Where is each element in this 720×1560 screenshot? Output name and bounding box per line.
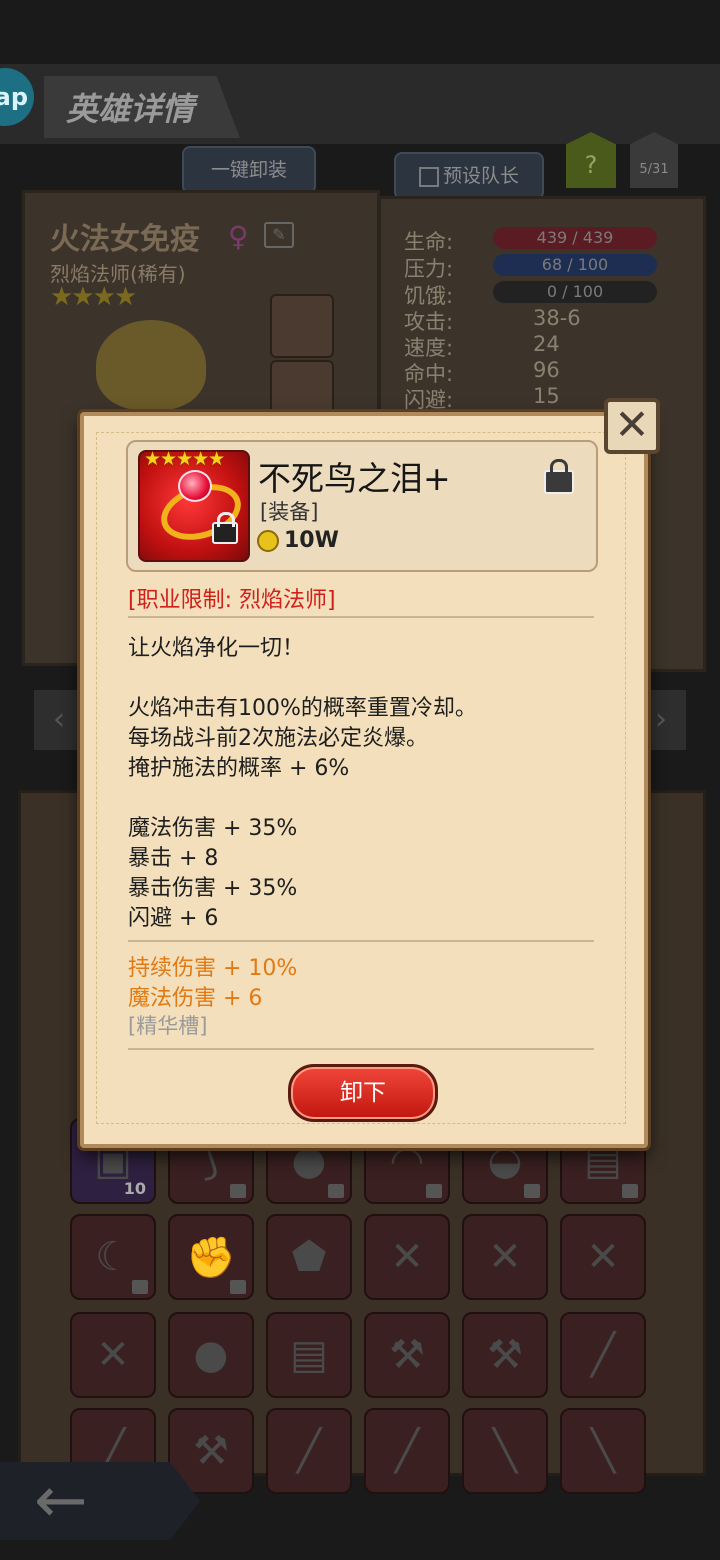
speed-value: 24 xyxy=(533,332,560,356)
crossbow-icon: ✕ xyxy=(390,1234,424,1280)
inventory-slot[interactable]: ╲ xyxy=(560,1408,646,1494)
item-name: 不死鸟之泪+ xyxy=(258,459,451,498)
scythe-icon: ☾ xyxy=(95,1234,131,1280)
hit-value: 96 xyxy=(533,358,560,382)
unequip-all-button[interactable]: 一键卸装 xyxy=(182,146,316,194)
stress-bar: 68 / 100 xyxy=(493,254,657,276)
inventory-slot[interactable]: ╱ xyxy=(364,1408,450,1494)
dodge-value: 15 xyxy=(533,384,560,408)
divider xyxy=(128,940,594,942)
inventory-slot[interactable]: ╱ xyxy=(266,1408,352,1494)
life-bar: 439 / 439 xyxy=(493,227,657,249)
stack-count: 10 xyxy=(123,1179,146,1198)
back-button[interactable] xyxy=(0,1462,200,1540)
lock-icon xyxy=(524,1184,540,1198)
dark-crossbow-icon: ✕ xyxy=(586,1234,620,1280)
close-button[interactable]: ✕ xyxy=(604,398,660,454)
inventory-slot[interactable]: ✕ xyxy=(560,1214,646,1300)
preset-captain-label: 预设队长 xyxy=(442,165,519,187)
divider xyxy=(128,1048,594,1050)
lock-icon xyxy=(622,1184,638,1198)
hero-stars: ★★★★ xyxy=(50,282,137,312)
item-lock-toggle-icon[interactable] xyxy=(544,459,574,494)
effect-line: 火焰冲击有100%的概率重置冷却。 xyxy=(128,696,477,721)
unequip-button[interactable]: 卸下 xyxy=(288,1064,438,1122)
shield-icon: ⬟ xyxy=(291,1234,327,1280)
item-flavor: 让火焰净化一切！ xyxy=(128,636,305,661)
stat-line: 暴击 + 8 xyxy=(128,846,219,871)
gauntlet-icon: ✊ xyxy=(186,1235,236,1281)
effect-line: 每场战斗前2次施法必定炎爆。 xyxy=(128,726,428,751)
life-label: 生命: xyxy=(404,230,454,254)
blade-icon: ╲ xyxy=(492,1428,518,1474)
equip-slot-bag[interactable] xyxy=(270,294,334,358)
item-price: 10W xyxy=(284,528,339,553)
divider xyxy=(128,616,594,618)
dark-bow-icon: ✕ xyxy=(96,1332,130,1378)
lock-icon xyxy=(328,1184,344,1198)
lock-icon xyxy=(230,1184,246,1198)
rifle-icon: ╱ xyxy=(590,1332,616,1378)
effect-line: 掩护施法的概率 + 6% xyxy=(128,756,350,781)
essence-slot[interactable]: [精华槽] xyxy=(128,1010,207,1040)
inventory-slot[interactable]: ● xyxy=(168,1312,254,1398)
stat-line: 魔法伤害 + 35% xyxy=(128,816,298,841)
hero-name: 火法女免疫 xyxy=(50,222,200,257)
armor-icon: ▤ xyxy=(290,1332,328,1378)
inventory-slot[interactable]: ╱ xyxy=(560,1312,646,1398)
axe-icon: ⚒ xyxy=(487,1332,523,1378)
item-stars: ★★★★★ xyxy=(144,448,225,470)
inventory-slot[interactable]: ✕ xyxy=(364,1214,450,1300)
edit-icon[interactable]: ✎ xyxy=(264,222,294,248)
axe-icon: ⚒ xyxy=(389,1332,425,1378)
stat-line: 暴击伤害 + 35% xyxy=(128,876,298,901)
axe-icon: ⚒ xyxy=(193,1428,229,1474)
inventory-slot[interactable]: ⚒ xyxy=(364,1312,450,1398)
inventory-slot[interactable]: ☾ xyxy=(70,1214,156,1300)
checkbox-icon[interactable] xyxy=(418,166,439,187)
stress-label: 压力: xyxy=(404,257,454,281)
ruby-gem-icon xyxy=(178,470,212,502)
close-icon: ✕ xyxy=(614,400,650,449)
inventory-slot[interactable]: ✕ xyxy=(462,1214,548,1300)
dodge-label: 闪避: xyxy=(404,388,454,412)
lock-icon xyxy=(212,512,238,544)
female-icon: ♀ xyxy=(228,220,249,253)
item-type: [装备] xyxy=(260,500,319,524)
bonus-line: 魔法伤害 + 6 xyxy=(128,986,263,1011)
inventory-slot[interactable]: ╲ xyxy=(462,1408,548,1494)
potion-icon: ● xyxy=(193,1332,229,1378)
hero-portrait xyxy=(96,320,206,410)
stat-line: 闪避 + 6 xyxy=(128,906,219,931)
prev-hero-arrow[interactable]: ‹ xyxy=(34,690,84,750)
blade-icon: ╱ xyxy=(394,1428,420,1474)
blade-icon: ╲ xyxy=(590,1428,616,1474)
inventory-slot[interactable]: ⬟ xyxy=(266,1214,352,1300)
preset-captain-button[interactable]: 预设队长 xyxy=(394,152,544,200)
crossbow-icon: ✕ xyxy=(488,1234,522,1280)
bonus-line: 持续伤害 + 10% xyxy=(128,956,298,981)
back-arrow-icon: ← xyxy=(34,1464,88,1538)
coin-icon xyxy=(257,530,279,552)
class-restriction: [职业限制: 烈焰法师] xyxy=(128,588,336,613)
page-title: 英雄详情 xyxy=(66,90,195,128)
blade-icon: ╱ xyxy=(296,1428,322,1474)
hunger-bar: 0 / 100 xyxy=(493,281,657,303)
inventory-slot[interactable]: ✕ xyxy=(70,1312,156,1398)
attack-value: 38-6 xyxy=(533,306,581,330)
inventory-slot[interactable]: ✊ xyxy=(168,1214,254,1300)
inventory-slot[interactable]: ⚒ xyxy=(462,1312,548,1398)
inventory-slot[interactable]: ▤ xyxy=(266,1312,352,1398)
lock-icon xyxy=(132,1280,148,1294)
lock-icon xyxy=(230,1280,246,1294)
lock-icon xyxy=(426,1184,442,1198)
